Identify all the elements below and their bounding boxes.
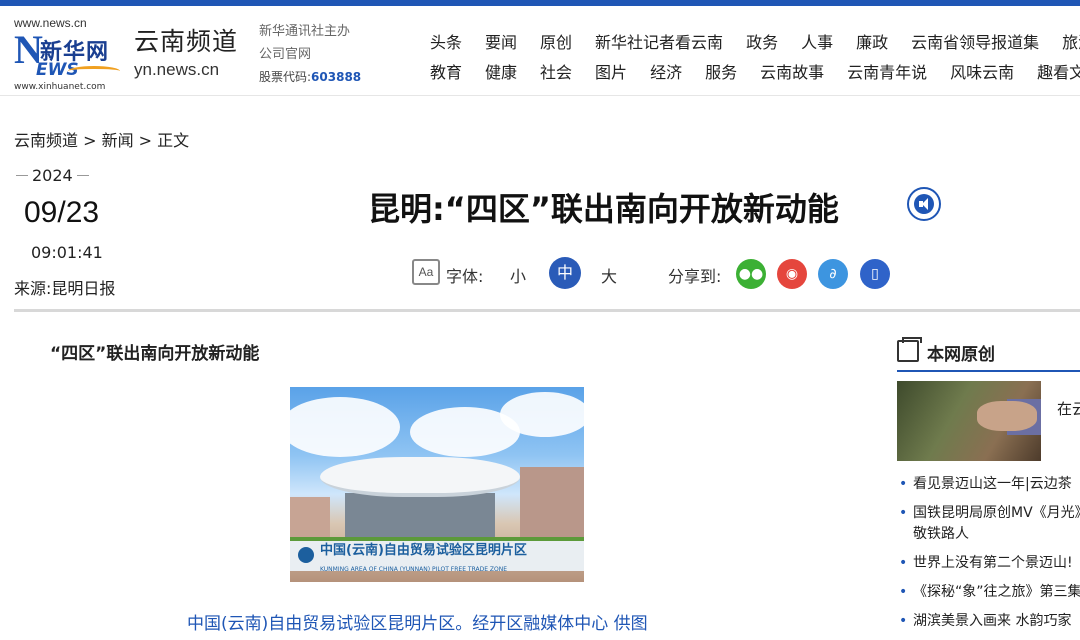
logo-mark: N 新华网 EWS	[14, 30, 120, 82]
nav-item[interactable]: 人事	[801, 29, 833, 53]
share-wechat-button[interactable]: ●●	[736, 259, 766, 289]
share-weibo-button[interactable]: ◉	[777, 259, 807, 289]
font-large-button[interactable]: 大	[601, 263, 617, 287]
photo-sign: 中国(云南)自由贸易试验区昆明片区 KUNMING AREA OF CHINA (…	[290, 541, 584, 573]
read-aloud-button[interactable]	[907, 187, 941, 221]
nav-item[interactable]: 头条	[430, 29, 462, 53]
publish-time: 09:01:41	[31, 243, 103, 262]
nav-item[interactable]: 经济	[650, 59, 682, 83]
thumb-hand	[977, 401, 1037, 431]
nav-item[interactable]: 云南青年说	[847, 59, 927, 83]
mobile-icon: ▯	[871, 266, 879, 282]
sidebar-list-item[interactable]: 国铁昆明局原创MV《月光》敬铁路人	[897, 503, 1080, 545]
sidebar-title: 本网原创	[927, 345, 995, 365]
speaker-icon	[914, 194, 934, 214]
nav-item[interactable]: 教育	[430, 59, 462, 83]
main-nav: 头条 要闻 原创 新华社记者看云南 政务 人事 廉政 云南省领导报道集 旅游 教…	[430, 26, 1080, 86]
nav-row-1: 头条 要闻 原创 新华社记者看云南 政务 人事 廉政 云南省领导报道集 旅游	[430, 26, 1080, 56]
sidebar-list-item[interactable]: 《探秘“象”往之旅》第三集	[897, 582, 1080, 603]
channel-cn: 云南频道	[134, 27, 239, 56]
xinhuanet-logo[interactable]: www.news.cn N 新华网 EWS www.xinhuanet.com	[14, 16, 124, 94]
nav-item[interactable]: 云南故事	[760, 59, 824, 83]
weibo-icon: ◉	[785, 266, 799, 282]
sponsor-line-1: 新华通讯社主办	[259, 24, 351, 39]
nav-item[interactable]: 政务	[746, 29, 778, 53]
font-size-icon: Aa	[412, 259, 440, 285]
wechat-icon: ●●	[738, 266, 764, 282]
link-icon: ∂	[829, 266, 837, 282]
sidebar-list-item[interactable]: 世界上没有第二个景迈山!	[897, 553, 1080, 574]
article-photo[interactable]: 中国(云南)自由贸易试验区昆明片区 KUNMING AREA OF CHINA (…	[290, 387, 584, 582]
nav-item[interactable]: 新华社记者看云南	[595, 29, 723, 53]
share-label: 分享到:	[668, 267, 722, 286]
font-size-label: 字体:	[446, 267, 484, 286]
site-header: www.news.cn N 新华网 EWS www.xinhuanet.com …	[0, 6, 1080, 96]
channel-en: yn.news.cn	[134, 60, 220, 79]
article-toolbar: Aa 字体: 小 中 大 分享到: ●● ◉ ∂ ▯	[412, 257, 912, 291]
nav-item[interactable]: 旅游	[1062, 29, 1080, 53]
photo-caption: 中国(云南)自由贸易试验区昆明片区。经开区融媒体中心 供图	[187, 614, 648, 634]
photo-cloud	[500, 392, 584, 437]
article-source: 来源:昆明日报	[14, 279, 116, 298]
nav-item[interactable]: 社会	[540, 59, 572, 83]
nav-row-2: 教育 健康 社会 图片 经济 服务 云南故事 云南青年说 风味云南 趣看文	[430, 56, 1080, 86]
photo-dome	[320, 457, 520, 497]
publish-year: 2024	[16, 166, 89, 185]
nav-item[interactable]: 廉政	[856, 29, 888, 53]
nav-item[interactable]: 要闻	[485, 29, 517, 53]
sidebar-feature-title[interactable]: 在云 品尝	[1057, 396, 1080, 422]
sidebar-feature-image[interactable]	[897, 381, 1041, 461]
article-title: 昆明:“四区”联出南向开放新动能	[368, 190, 839, 228]
font-small-button[interactable]: 小	[510, 263, 526, 287]
sidebar-list-item[interactable]: 湖滨美景入画来 水韵巧家	[897, 611, 1080, 632]
nav-item[interactable]: 健康	[485, 59, 517, 83]
stock-label: 股票代码:	[259, 70, 312, 84]
sidebar-list-item[interactable]: 看见景迈山这一年|云边茶	[897, 474, 1080, 495]
sidebar-item-line-2: 敬铁路人	[913, 526, 969, 542]
font-medium-button[interactable]: 中	[549, 257, 581, 289]
share-link-button[interactable]: ∂	[818, 259, 848, 289]
nav-item[interactable]: 风味云南	[950, 59, 1014, 83]
nav-item[interactable]: 服务	[705, 59, 737, 83]
sponsor-line-2[interactable]: 公司官网	[259, 43, 361, 66]
photo-sign-en: KUNMING AREA OF CHINA (YUNNAN) PILOT FRE…	[320, 566, 508, 573]
article-subheadline: “四区”联出南向开放新动能	[50, 344, 260, 364]
photo-building-center	[345, 493, 495, 543]
sponsor-info: 新华通讯社主办 公司官网 股票代码:603888	[259, 20, 361, 89]
nav-item[interactable]: 趣看文	[1037, 59, 1080, 83]
channel-name[interactable]: 云南频道 yn.news.cn	[134, 22, 238, 80]
sidebar-header: 本网原创	[897, 336, 1080, 372]
nav-item[interactable]: 云南省领导报道集	[911, 29, 1039, 53]
nav-item[interactable]: 原创	[540, 29, 572, 53]
newspaper-icon	[897, 337, 922, 362]
photo-emblem-icon	[298, 547, 314, 563]
logo-swoosh	[68, 66, 120, 76]
nav-item[interactable]: 图片	[595, 59, 627, 83]
header-divider	[14, 309, 1080, 312]
publish-month-day: 09/23	[24, 196, 100, 229]
photo-building-right	[520, 467, 584, 547]
logo-url: www.xinhuanet.com	[14, 82, 106, 92]
photo-sign-cn: 中国(云南)自由贸易试验区昆明片区	[320, 543, 527, 558]
sidebar-item-line-1: 国铁昆明局原创MV《月光》	[913, 505, 1080, 521]
sidebar-list: 看见景迈山这一年|云边茶 国铁昆明局原创MV《月光》敬铁路人 世界上没有第二个景…	[897, 474, 1080, 640]
breadcrumb[interactable]: 云南频道 > 新闻 > 正文	[14, 127, 189, 151]
share-mobile-button[interactable]: ▯	[860, 259, 890, 289]
stock-number[interactable]: 603888	[311, 70, 361, 84]
photo-cloud	[290, 397, 400, 457]
stock-code: 股票代码:603888	[259, 66, 361, 89]
